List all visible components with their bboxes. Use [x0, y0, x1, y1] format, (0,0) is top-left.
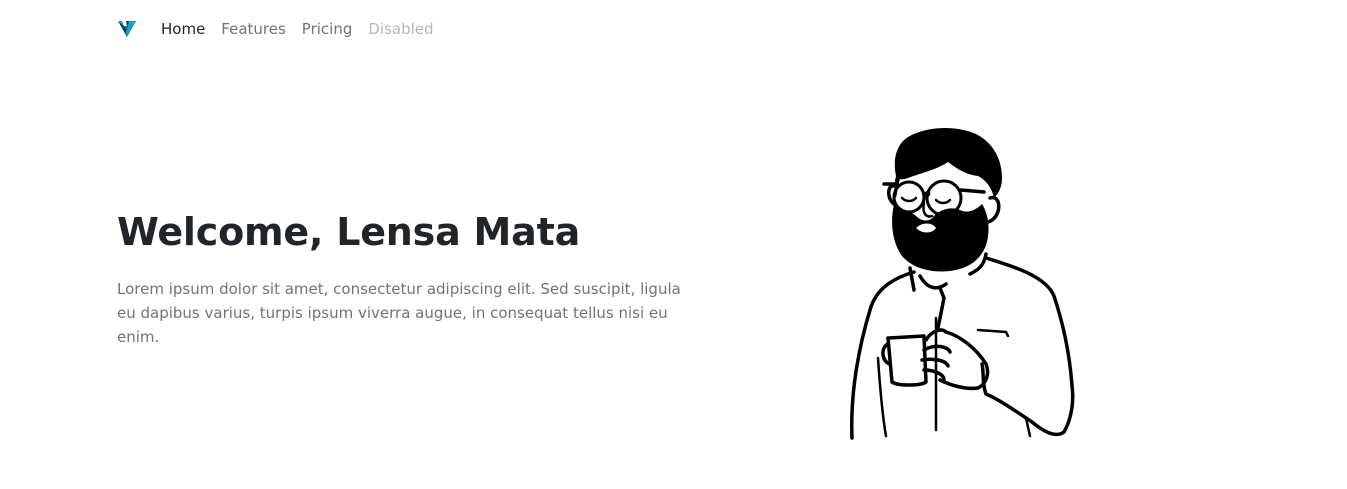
- hero-title: Welcome, Lensa Mata: [117, 210, 581, 254]
- nav-link-pricing[interactable]: Pricing: [294, 12, 361, 46]
- bearded-man-with-cup-illustration: [849, 128, 1075, 440]
- nav-link-home[interactable]: Home: [161, 12, 213, 46]
- navbar: Home Features Pricing Disabled: [117, 12, 442, 46]
- nav-link-features[interactable]: Features: [213, 12, 294, 46]
- hero-text: Lorem ipsum dolor sit amet, consectetur …: [117, 280, 681, 346]
- nav-links: Home Features Pricing Disabled: [161, 12, 442, 46]
- nav-link-disabled: Disabled: [368, 20, 434, 38]
- brand-logo-link[interactable]: [117, 12, 151, 46]
- v-logo-icon: [118, 21, 136, 37]
